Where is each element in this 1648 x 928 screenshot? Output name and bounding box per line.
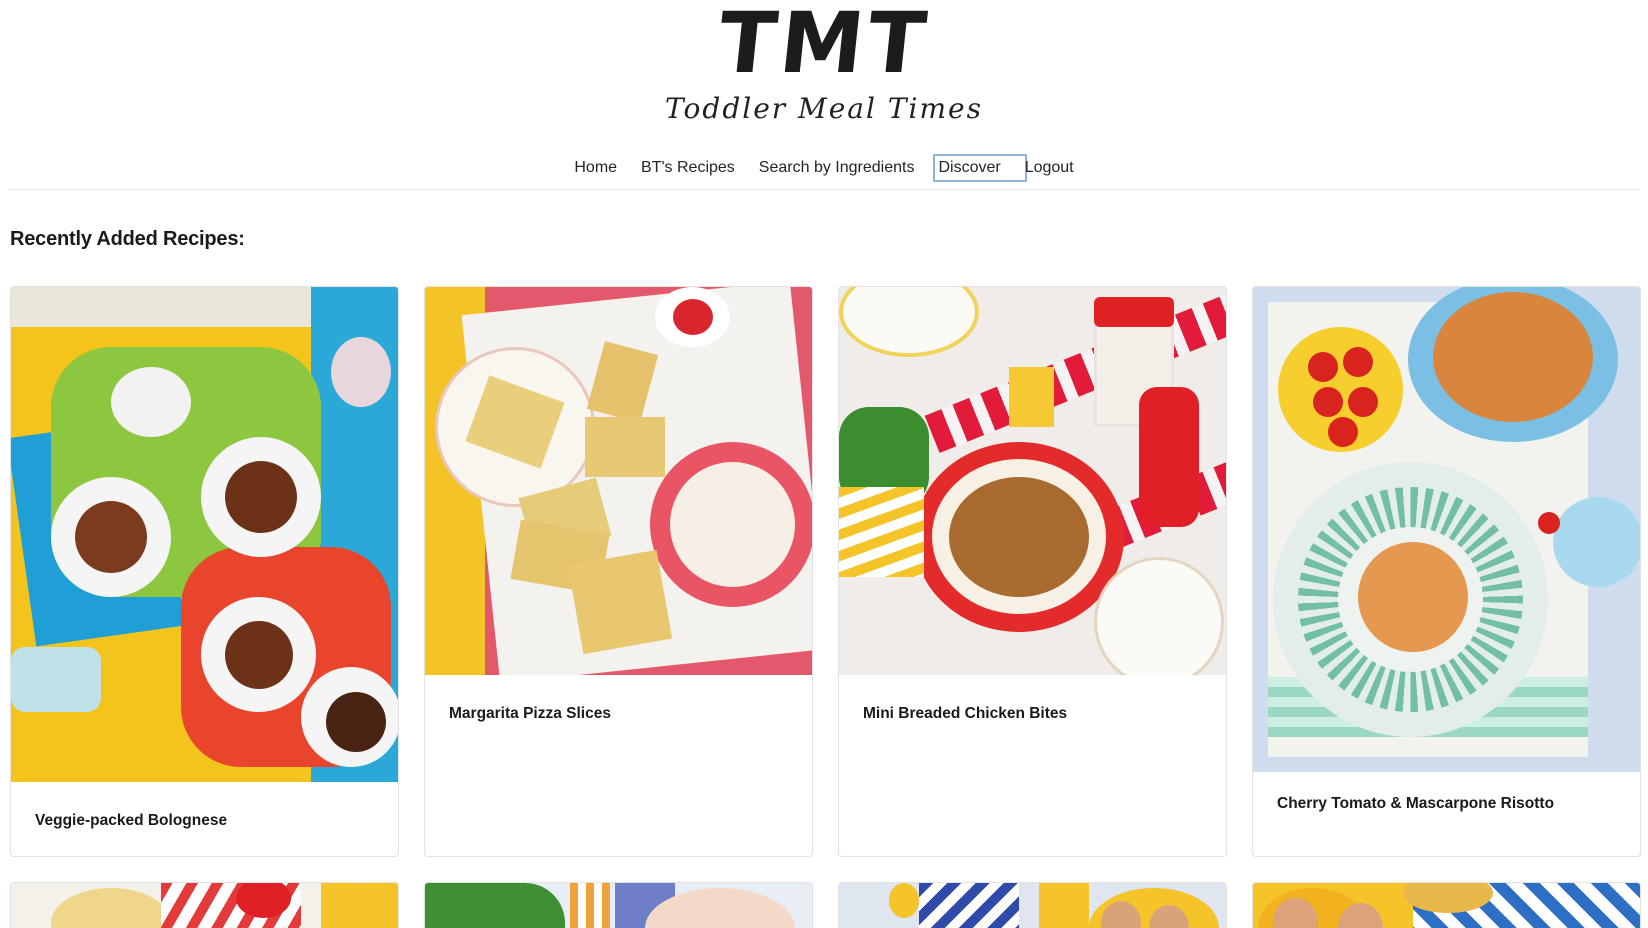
recently-added-heading: Recently Added Recipes: [10, 228, 245, 250]
header-divider [10, 189, 1638, 190]
site-logo[interactable]: TMT [0, 0, 1648, 92]
nav-home-link[interactable]: Home [571, 156, 620, 180]
nav-discover-link[interactable]: Discover [933, 154, 1027, 182]
recipe-card[interactable]: Margarita Pizza Slices [424, 286, 813, 857]
recipe-title[interactable]: Margarita Pizza Slices [449, 705, 611, 723]
recipe-image[interactable] [11, 287, 398, 782]
site-tagline: Toddler Meal Times [665, 92, 983, 125]
recipe-title[interactable]: Mini Breaded Chicken Bites [863, 705, 1067, 723]
recipe-card[interactable] [838, 882, 1227, 928]
recipe-image[interactable] [11, 883, 398, 928]
nav-logout-link[interactable]: Logout [1025, 156, 1077, 180]
recipe-image[interactable] [839, 883, 1226, 928]
recipe-card[interactable] [1252, 882, 1641, 928]
recipe-card[interactable] [424, 882, 813, 928]
recipe-card[interactable]: Mini Breaded Chicken Bites [838, 286, 1227, 857]
recipe-card[interactable]: Cherry Tomato & Mascarpone Risotto [1252, 286, 1641, 857]
recipe-title[interactable]: Veggie-packed Bolognese [35, 812, 227, 830]
nav-bts-recipes-link[interactable]: BT's Recipes [638, 156, 738, 180]
recipe-card[interactable] [10, 882, 399, 928]
recipe-image[interactable] [425, 287, 812, 675]
recipe-image[interactable] [839, 287, 1226, 675]
recipe-image[interactable] [425, 883, 812, 928]
main-nav: Home BT's Recipes Search by Ingredients … [0, 154, 1648, 182]
recipe-image[interactable] [1253, 883, 1640, 928]
nav-search-by-ingredients-link[interactable]: Search by Ingredients [756, 156, 918, 180]
recipe-image[interactable] [1253, 287, 1640, 772]
recipe-title[interactable]: Cherry Tomato & Mascarpone Risotto [1277, 795, 1554, 813]
recipe-card[interactable]: Veggie-packed Bolognese [10, 286, 399, 857]
